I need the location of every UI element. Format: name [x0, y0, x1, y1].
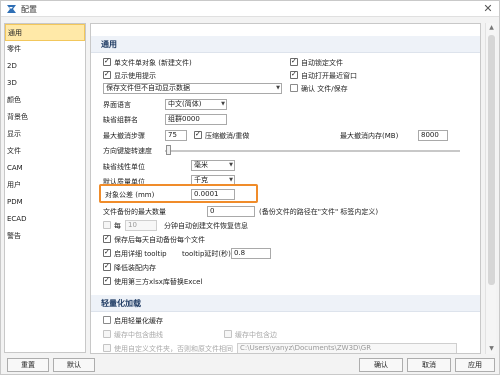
reduce-memory-label: 降低装配内存	[114, 264, 156, 272]
compress-undo-label: 压缩撤消/重做	[205, 132, 250, 140]
max-undo-mem-label: 最大撤消内存(MB)	[340, 132, 399, 140]
lightweight-cache-checkbox[interactable]	[103, 316, 111, 324]
sidebar-item-part[interactable]: 零件	[5, 41, 85, 58]
arrow-key-speed-label: 方向键旋转速度	[103, 147, 152, 155]
sidebar-item-color[interactable]: 颜色	[5, 92, 85, 109]
default-button[interactable]: 默认	[53, 358, 95, 372]
custom-folder-path-input[interactable]: C:\Users\yanyz\Documents\ZW3D\GR	[237, 343, 457, 353]
auto-open-recent-checkbox[interactable]	[290, 70, 298, 79]
object-tolerance-label: 对象公差 (mm)	[105, 191, 155, 199]
cache-edges-label: 缓存中包含边	[235, 331, 277, 339]
default-group-input[interactable]: 组群0000	[165, 114, 227, 125]
app-logo-icon	[7, 5, 16, 13]
save-mode-value: 保存文件但不自动显示数据	[106, 84, 190, 92]
max-undo-input[interactable]: 75	[165, 130, 187, 141]
ok-button[interactable]: 确认	[359, 358, 403, 372]
max-backup-hint: (备份文件的路径在"文件" 标签内定义)	[259, 208, 379, 216]
auto-lock-label: 自动锁定文件	[301, 59, 343, 67]
content-scrollbar[interactable]: ▲ ▼	[485, 23, 496, 354]
single-file-label: 单文件单对象 (新建文件)	[114, 59, 192, 67]
sidebar-item-display[interactable]: 显示	[5, 126, 85, 143]
ui-language-value: 中文(简体)	[168, 100, 202, 108]
max-backup-label: 文件备份的最大数量	[103, 208, 166, 216]
cancel-button[interactable]: 取消	[407, 358, 451, 372]
chevron-down-icon: ▼	[221, 101, 225, 107]
tooltip-delay-label: tooltip延时(秒)	[182, 250, 231, 258]
confirm-file-save-checkbox[interactable]	[290, 84, 298, 92]
scroll-thumb[interactable]	[488, 35, 495, 285]
default-linear-unit-select[interactable]: 毫米 ▼	[191, 160, 235, 171]
cache-curves-checkbox[interactable]	[103, 330, 111, 338]
ui-language-select[interactable]: 中文(简体) ▼	[165, 99, 227, 110]
every-label: 每	[114, 222, 121, 230]
scroll-up-icon[interactable]: ▲	[486, 23, 497, 33]
sidebar-item-general[interactable]: 通用	[5, 24, 85, 41]
third-party-excel-checkbox[interactable]	[103, 276, 111, 285]
enable-tooltip-label: 启用详细 tooltip	[114, 250, 167, 258]
sidebar-item-pdm[interactable]: PDM	[5, 194, 85, 211]
scroll-down-icon[interactable]: ▼	[486, 344, 497, 354]
confirm-file-save-label: 确认 文件/保存	[301, 85, 348, 93]
reduce-memory-checkbox[interactable]	[103, 262, 111, 271]
settings-panel: 通用 单文件单对象 (新建文件) 自动锁定文件 显示使用提示 自动打开最近窗口 …	[90, 23, 481, 354]
save-backup-label: 保存后每天自动备份每个文件	[114, 236, 205, 244]
sidebar-item-background[interactable]: 背景色	[5, 109, 85, 126]
save-mode-select[interactable]: 保存文件但不自动显示数据 ▼	[103, 83, 282, 94]
auto-open-recent-label: 自动打开最近窗口	[301, 72, 357, 80]
reset-button[interactable]: 重置	[7, 358, 49, 372]
chevron-down-icon: ▼	[229, 162, 233, 168]
sidebar-item-user[interactable]: 用户	[5, 177, 85, 194]
chevron-down-icon: ▼	[276, 85, 280, 91]
arrow-key-speed-thumb[interactable]	[166, 145, 171, 155]
ui-language-label: 界面语言	[103, 101, 131, 109]
lightweight-section-title: 轻量化加载	[101, 299, 141, 308]
close-icon[interactable]: ✕	[481, 2, 495, 16]
cache-edges-checkbox[interactable]	[224, 330, 232, 338]
config-window: 配置 ✕ 通用 零件 2D 3D 颜色 背景色 显示 文件 CAM 用户 PDM…	[0, 0, 500, 375]
max-backup-input[interactable]: 0	[207, 206, 255, 217]
default-linear-unit-value: 毫米	[194, 161, 208, 169]
max-undo-label: 最大撤消步骤	[103, 132, 145, 140]
show-tips-checkbox[interactable]	[103, 70, 111, 79]
general-section-header: 通用	[91, 36, 480, 53]
save-backup-checkbox[interactable]	[103, 234, 111, 243]
sidebar-item-cam[interactable]: CAM	[5, 160, 85, 177]
sidebar-item-3d[interactable]: 3D	[5, 75, 85, 92]
autosave-checkbox[interactable]	[103, 221, 111, 229]
third-party-excel-label: 使用第三方xlsx库替换Excel	[114, 278, 203, 286]
max-undo-mem-input[interactable]: 8000	[418, 130, 448, 141]
category-sidebar: 通用 零件 2D 3D 颜色 背景色 显示 文件 CAM 用户 PDM ECAD…	[4, 23, 86, 353]
sidebar-item-file[interactable]: 文件	[5, 143, 85, 160]
autosave-minutes-input[interactable]: 10	[125, 220, 157, 231]
single-file-checkbox[interactable]	[103, 57, 111, 66]
window-title: 配置	[21, 5, 37, 14]
tooltip-delay-input[interactable]: 0.8	[231, 248, 271, 259]
lightweight-cache-label: 启用轻量化缓存	[114, 317, 163, 325]
arrow-key-speed-track[interactable]	[165, 150, 460, 152]
lightweight-section-header: 轻量化加载	[91, 295, 480, 312]
sidebar-item-ecad[interactable]: ECAD	[5, 211, 85, 228]
compress-undo-checkbox[interactable]	[194, 130, 202, 139]
default-group-label: 缺省组群名	[103, 116, 138, 124]
title-bar: 配置 ✕	[1, 1, 499, 17]
default-linear-unit-label: 缺省线性单位	[103, 163, 145, 171]
enable-tooltip-checkbox[interactable]	[103, 248, 111, 257]
auto-lock-checkbox[interactable]	[290, 57, 298, 66]
sidebar-item-warning[interactable]: 警告	[5, 228, 85, 245]
default-mass-unit-value: 千克	[194, 176, 208, 184]
general-section-title: 通用	[101, 40, 117, 49]
custom-folder-label: 使用自定义文件夹，否则和原文件相同	[114, 345, 233, 353]
autosave-text: 分钟自动创建文件恢复信息	[164, 222, 248, 230]
object-tolerance-input[interactable]: 0.0001	[191, 189, 235, 200]
show-tips-label: 显示使用提示	[114, 72, 156, 80]
cache-curves-label: 缓存中包含曲线	[114, 331, 163, 339]
sidebar-item-2d[interactable]: 2D	[5, 58, 85, 75]
apply-button[interactable]: 应用	[455, 358, 495, 372]
custom-folder-checkbox[interactable]	[103, 344, 111, 352]
